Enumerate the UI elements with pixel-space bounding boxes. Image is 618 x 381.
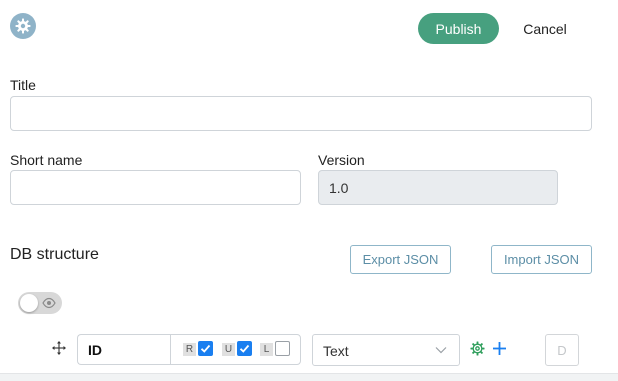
eye-icon (42, 297, 56, 309)
toggle-knob (20, 294, 38, 312)
db-structure-heading: DB structure (10, 246, 99, 263)
title-label: Title (10, 77, 36, 93)
version-label: Version (318, 152, 365, 168)
bottom-divider (0, 373, 618, 381)
field-type-select[interactable]: Text (312, 334, 460, 366)
cancel-button[interactable]: Cancel (512, 13, 578, 44)
checkmark-icon (200, 344, 211, 353)
flag-u-label: U (222, 343, 235, 356)
short-name-input[interactable] (10, 170, 301, 205)
export-json-button[interactable]: Export JSON (350, 245, 451, 274)
field-settings-icon[interactable] (470, 341, 485, 356)
flag-u-checkbox[interactable] (237, 341, 252, 356)
flag-r-label: R (183, 343, 196, 356)
chevron-down-icon (435, 347, 447, 354)
publish-button[interactable]: Publish (418, 13, 499, 44)
flag-l-checkbox[interactable] (275, 341, 290, 356)
checkmark-icon (239, 344, 250, 353)
gear-icon (15, 18, 31, 34)
delete-field-button[interactable]: D (545, 334, 579, 366)
version-input (318, 170, 558, 205)
add-field-icon[interactable] (492, 341, 507, 356)
drag-handle-icon[interactable] (52, 341, 66, 355)
title-input[interactable] (10, 96, 592, 131)
field-type-value: Text (323, 343, 349, 359)
preview-toggle[interactable] (18, 292, 62, 314)
settings-button[interactable] (10, 13, 36, 39)
app-page: Publish Cancel Title Short name Version … (0, 0, 618, 381)
flag-l-label: L (260, 343, 273, 356)
short-name-label: Short name (10, 152, 83, 168)
field-name-input[interactable] (77, 334, 170, 365)
field-flags: R U L (170, 334, 301, 365)
import-json-button[interactable]: Import JSON (491, 245, 592, 274)
flag-r-checkbox[interactable] (198, 341, 213, 356)
